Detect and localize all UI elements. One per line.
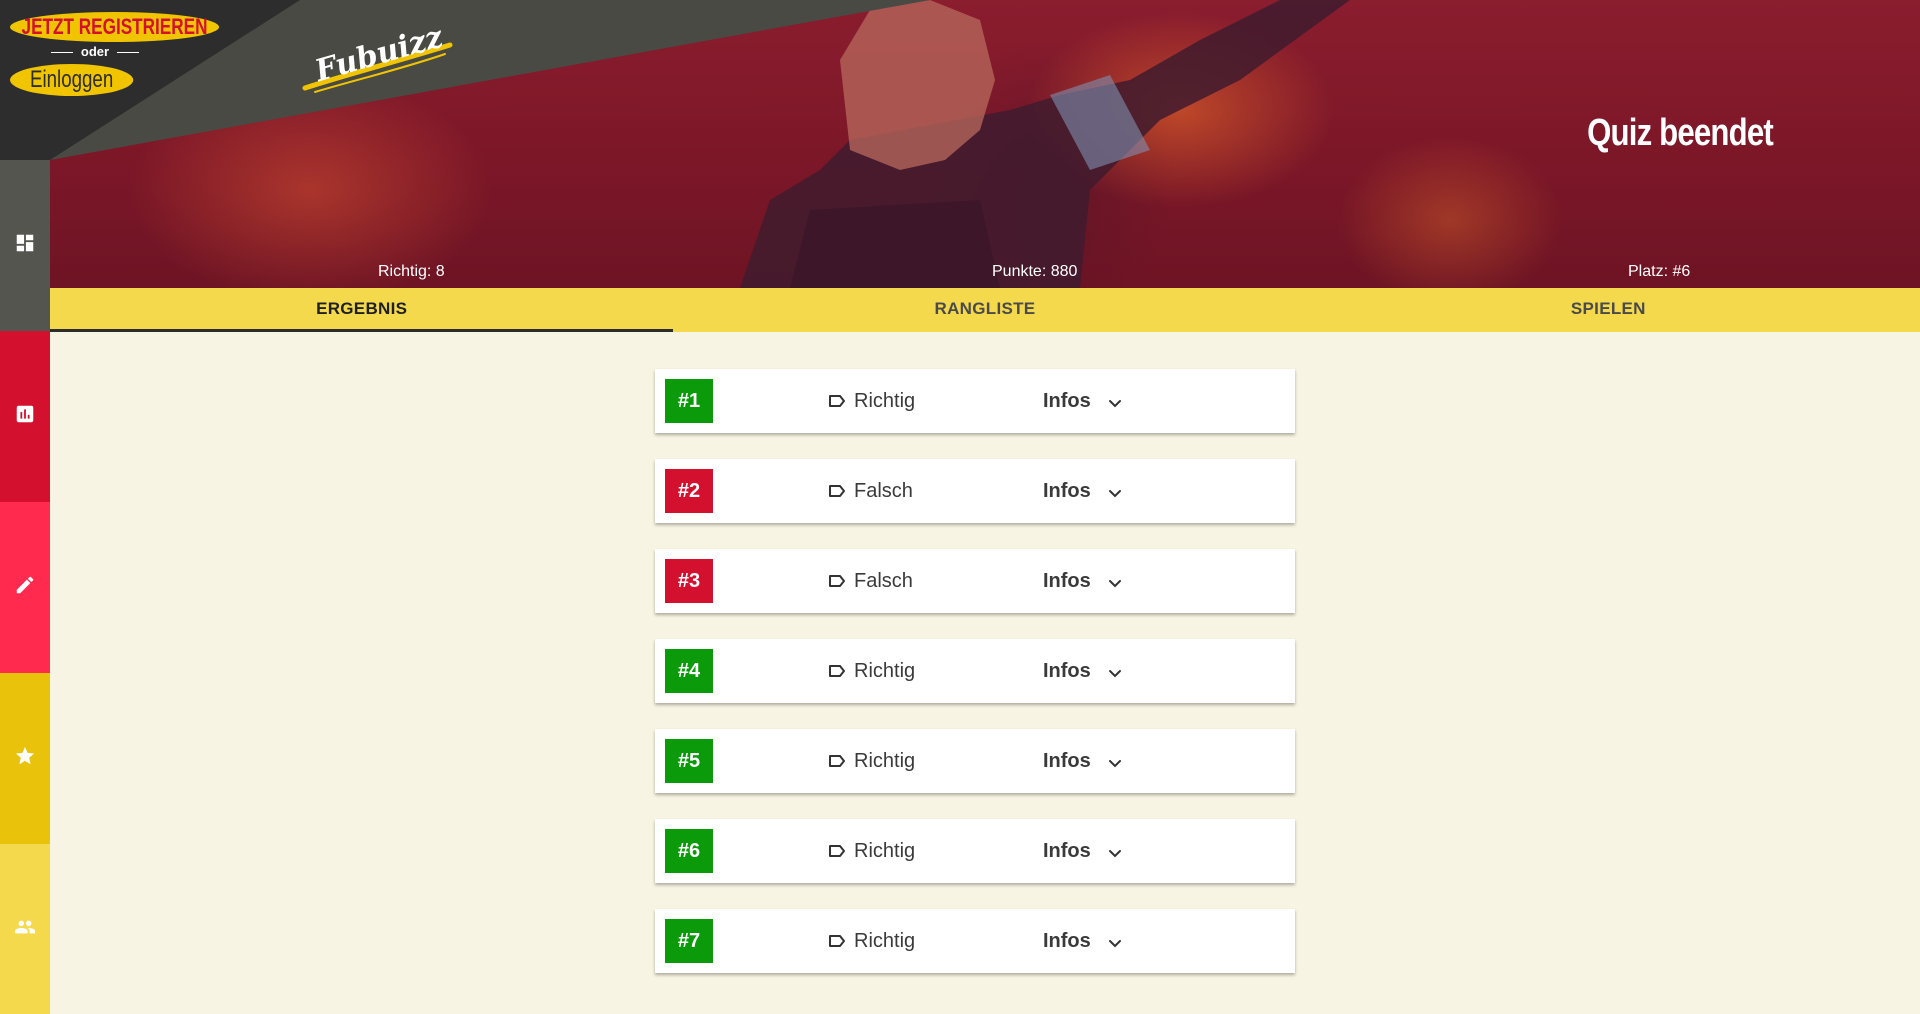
auth-panel: JETZT REGISTRIEREN oder Einloggen (0, 0, 240, 110)
login-button[interactable]: Einloggen (10, 64, 134, 96)
chevron-down-icon[interactable] (1107, 845, 1123, 861)
answer-verdict: Richtig (854, 750, 916, 772)
question-number-badge: #5 (665, 739, 713, 783)
infos-toggle[interactable]: Infos (1043, 480, 1091, 503)
results-list: #1 Richtig Infos #2 Falsch Infos #3 Falsch Infos… (655, 369, 1295, 999)
logo-text: Fubuizz (310, 20, 447, 89)
tag-icon (829, 755, 845, 767)
answer-verdict: Falsch (854, 570, 913, 592)
tag-icon (829, 485, 845, 497)
sidebar-item-statistics[interactable] (0, 331, 50, 502)
infos-toggle[interactable]: Infos (1043, 570, 1091, 593)
answer-verdict: Richtig (854, 660, 916, 682)
question-number-badge: #1 (665, 379, 713, 423)
sidebar-item-favorites[interactable] (0, 673, 50, 844)
people-icon (14, 916, 36, 943)
stat-correct: Richtig: 8 (378, 263, 445, 280)
result-row: #4 Richtig Infos (655, 639, 1295, 703)
question-number-badge: #3 (665, 559, 713, 603)
infos-toggle[interactable]: Infos (1043, 840, 1091, 863)
register-button[interactable]: JETZT REGISTRIEREN (10, 12, 220, 42)
answer-verdict: Richtig (854, 390, 916, 412)
question-number-badge: #4 (665, 649, 713, 693)
infos-toggle[interactable]: Infos (1043, 390, 1091, 413)
tag-icon (829, 395, 845, 407)
tab-ergebnis[interactable]: ERGEBNIS (50, 288, 674, 332)
or-label: oder (80, 44, 110, 59)
sidebar-item-create[interactable] (0, 502, 50, 673)
fubuizz-logo[interactable]: Fubuizz (295, 20, 465, 95)
sidebar-item-dashboard[interactable] (0, 160, 50, 331)
result-row: #1 Richtig Infos (655, 369, 1295, 433)
tab-rangliste[interactable]: RANGLISTE (673, 288, 1296, 332)
result-tabs: ERGEBNIS RANGLISTE SPIELEN (50, 288, 1920, 332)
result-row: #6 Richtig Infos (655, 819, 1295, 883)
tag-icon (829, 575, 845, 587)
bar-chart-icon (14, 403, 36, 430)
question-number-badge: #2 (665, 469, 713, 513)
infos-toggle[interactable]: Infos (1043, 750, 1091, 773)
tag-icon (829, 935, 845, 947)
answer-verdict: Richtig (854, 930, 916, 952)
stat-points: Punkte: 880 (992, 263, 1078, 280)
result-row: #5 Richtig Infos (655, 729, 1295, 793)
tag-icon (829, 845, 845, 857)
question-number-badge: #7 (665, 919, 713, 963)
chevron-down-icon[interactable] (1107, 935, 1123, 951)
chevron-down-icon[interactable] (1107, 575, 1123, 591)
result-row: #2 Falsch Infos (655, 459, 1295, 523)
chevron-down-icon[interactable] (1107, 485, 1123, 501)
sidebar-item-community[interactable] (0, 844, 50, 1014)
stat-rank: Platz: #6 (1628, 263, 1691, 280)
infos-toggle[interactable]: Infos (1043, 930, 1091, 953)
star-icon (14, 745, 36, 772)
chevron-down-icon[interactable] (1107, 395, 1123, 411)
or-separator: oder (35, 44, 155, 59)
answer-verdict: Richtig (854, 840, 916, 862)
chevron-down-icon[interactable] (1107, 755, 1123, 771)
tab-spielen[interactable]: SPIELEN (1297, 288, 1920, 332)
answer-verdict: Falsch (854, 480, 913, 502)
dashboard-icon (14, 232, 36, 259)
chevron-down-icon[interactable] (1107, 665, 1123, 681)
pencil-icon (14, 574, 36, 601)
infos-toggle[interactable]: Infos (1043, 660, 1091, 683)
result-row: #3 Falsch Infos (655, 549, 1295, 613)
tag-icon (829, 665, 845, 677)
question-number-badge: #6 (665, 829, 713, 873)
result-row: #7 Richtig Infos (655, 909, 1295, 973)
quiz-title: Quiz beendet (1587, 112, 1774, 154)
